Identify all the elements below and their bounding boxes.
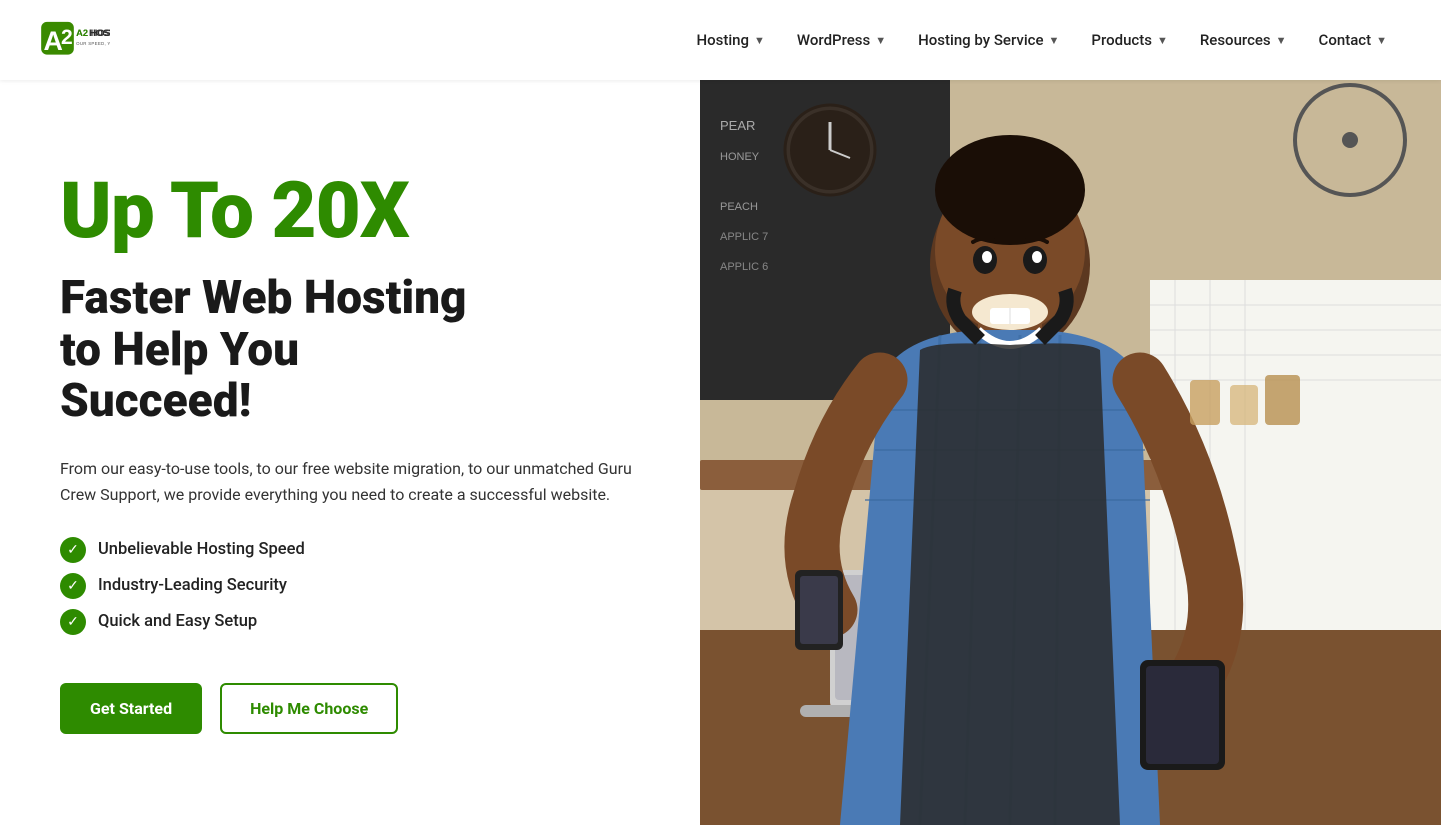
hero-subtitle-line2: to Help You bbox=[60, 323, 299, 377]
hero-section: Up To 20X Faster Web Hosting to Help You… bbox=[0, 80, 1441, 825]
svg-text:HOSTING: HOSTING bbox=[89, 28, 110, 38]
feature-label-speed: Unbelievable Hosting Speed bbox=[98, 540, 305, 559]
svg-text:2: 2 bbox=[61, 26, 73, 49]
nav-item-products: Products ▼ bbox=[1077, 23, 1181, 57]
svg-text:PEAR: PEAR bbox=[720, 118, 755, 133]
nav-label-resources: Resources bbox=[1200, 31, 1271, 49]
chevron-down-icon: ▼ bbox=[754, 34, 765, 47]
nav-label-contact: Contact bbox=[1319, 31, 1372, 49]
hero-illustration: PEAR HONEY PEACH APPLIC 7 APPLIC 6 bbox=[700, 80, 1441, 825]
svg-text:OUR SPEED, YOUR SUCCESS: OUR SPEED, YOUR SUCCESS bbox=[76, 41, 110, 46]
help-me-choose-button[interactable]: Help Me Choose bbox=[220, 683, 398, 734]
nav-item-hosting-by-service: Hosting by Service ▼ bbox=[904, 23, 1073, 57]
get-started-button[interactable]: Get Started bbox=[60, 683, 202, 734]
hero-content: Up To 20X Faster Web Hosting to Help You… bbox=[0, 80, 700, 825]
feature-item-setup: ✓ Quick and Easy Setup bbox=[60, 609, 650, 635]
check-icon-security: ✓ bbox=[60, 573, 86, 599]
nav-link-products[interactable]: Products ▼ bbox=[1077, 23, 1181, 57]
feature-item-speed: ✓ Unbelievable Hosting Speed bbox=[60, 537, 650, 563]
nav-item-wordpress: WordPress ▼ bbox=[783, 23, 900, 57]
nav-item-contact: Contact ▼ bbox=[1305, 23, 1401, 57]
nav-label-products: Products bbox=[1091, 31, 1152, 49]
svg-text:HONEY: HONEY bbox=[720, 151, 760, 163]
nav-link-wordpress[interactable]: WordPress ▼ bbox=[783, 23, 900, 57]
chevron-down-icon: ▼ bbox=[1376, 34, 1387, 47]
svg-text:APPLIC 6: APPLIC 6 bbox=[720, 261, 768, 273]
nav-label-hosting-by-service: Hosting by Service bbox=[918, 31, 1043, 49]
svg-text:PEACH: PEACH bbox=[720, 201, 758, 213]
nav-label-hosting: Hosting bbox=[696, 31, 749, 49]
chevron-down-icon: ▼ bbox=[875, 34, 886, 47]
hero-description: From our easy-to-use tools, to our free … bbox=[60, 456, 650, 509]
hero-image: PEAR HONEY PEACH APPLIC 7 APPLIC 6 bbox=[700, 80, 1441, 825]
nav-item-hosting: Hosting ▼ bbox=[682, 23, 778, 57]
hero-subtitle: Faster Web Hosting to Help You Succeed! bbox=[60, 273, 650, 428]
feature-label-setup: Quick and Easy Setup bbox=[98, 612, 257, 631]
chevron-down-icon: ▼ bbox=[1276, 34, 1287, 47]
navbar: A 2 A2 HOSTING A2 HOSTING OUR SPEED, YOU… bbox=[0, 0, 1441, 80]
logo-link[interactable]: A 2 A2 HOSTING A2 HOSTING OUR SPEED, YOU… bbox=[40, 10, 110, 70]
svg-text:A: A bbox=[44, 26, 63, 56]
hero-tagline: Up To 20X bbox=[60, 171, 650, 253]
nav-label-wordpress: WordPress bbox=[797, 31, 870, 49]
cta-group: Get Started Help Me Choose bbox=[60, 683, 650, 734]
nav-link-hosting-by-service[interactable]: Hosting by Service ▼ bbox=[904, 23, 1073, 57]
nav-links: Hosting ▼ WordPress ▼ Hosting by Service… bbox=[682, 23, 1401, 57]
check-icon-setup: ✓ bbox=[60, 609, 86, 635]
feature-item-security: ✓ Industry-Leading Security bbox=[60, 573, 650, 599]
hero-subtitle-line3: Succeed! bbox=[60, 374, 251, 428]
chevron-down-icon: ▼ bbox=[1157, 34, 1168, 47]
nav-link-hosting[interactable]: Hosting ▼ bbox=[682, 23, 778, 57]
chevron-down-icon: ▼ bbox=[1049, 34, 1060, 47]
check-icon-speed: ✓ bbox=[60, 537, 86, 563]
logo-icon: A 2 A2 HOSTING A2 HOSTING OUR SPEED, YOU… bbox=[40, 10, 110, 70]
svg-text:APPLIC 7: APPLIC 7 bbox=[720, 231, 768, 243]
feature-label-security: Industry-Leading Security bbox=[98, 576, 287, 595]
nav-link-contact[interactable]: Contact ▼ bbox=[1305, 23, 1401, 57]
nav-link-resources[interactable]: Resources ▼ bbox=[1186, 23, 1301, 57]
features-list: ✓ Unbelievable Hosting Speed ✓ Industry-… bbox=[60, 537, 650, 645]
hero-subtitle-line1: Faster Web Hosting bbox=[60, 271, 467, 325]
svg-text:A2: A2 bbox=[76, 28, 88, 38]
nav-item-resources: Resources ▼ bbox=[1186, 23, 1301, 57]
